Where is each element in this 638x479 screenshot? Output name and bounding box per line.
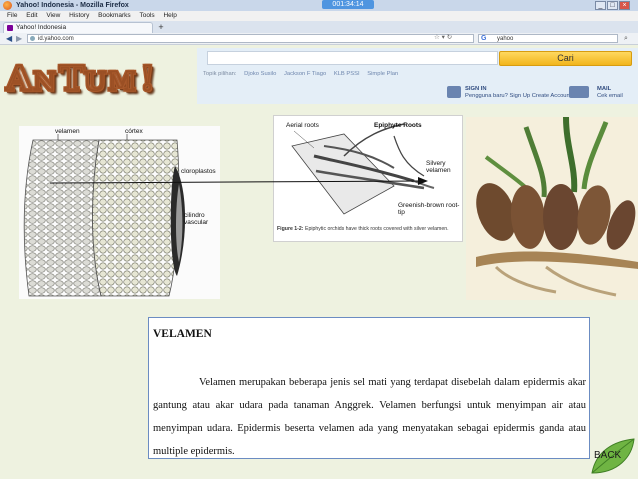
yahoo-favicon-icon — [7, 25, 13, 31]
cilindro-label: cilindro vascular — [184, 212, 209, 226]
menu-bookmarks[interactable]: Bookmarks — [98, 12, 131, 19]
url-text: id.yahoo.com — [38, 36, 74, 42]
firefox-icon — [3, 1, 12, 10]
navigation-bar: ◀ ▶ id.yahoo.com ☆ ▾ ↻ G yahoo ⌕ — [0, 33, 638, 45]
maximize-button[interactable]: □ — [607, 1, 618, 10]
search-input[interactable]: G yahoo — [478, 34, 618, 43]
yahoo-header: Cari Topik pilihan: Djoko Susilo Jackson… — [197, 48, 638, 104]
cari-button[interactable]: Cari — [499, 51, 632, 66]
forward-arrow-icon[interactable]: ▶ — [16, 33, 22, 44]
menu-file[interactable]: File — [7, 12, 17, 19]
mail-subtitle: Cek email — [597, 92, 623, 99]
topic-list: Topik pilihan: Djoko Susilo Jackson F Ti… — [203, 71, 398, 78]
menu-bar: File Edit View History Bookmarks Tools H… — [0, 11, 638, 21]
yahoo-search-input[interactable] — [207, 51, 498, 65]
svg-text:A: A — [5, 59, 33, 98]
description-paragraph: Velamen merupakan beberapa jenis sel mat… — [153, 377, 586, 457]
close-button[interactable]: × — [619, 1, 630, 10]
signin-subtitle: Pengguna baru? Sign Up Create Account — [465, 92, 572, 99]
svg-text:T: T — [59, 59, 85, 98]
root-tip-label: Greenish-brown root-tip — [398, 202, 460, 216]
menu-tools[interactable]: Tools — [139, 12, 154, 19]
url-bar-buttons: ☆ ▾ ↻ — [434, 34, 452, 42]
section-title: VELAMEN — [153, 328, 212, 340]
reload-icon[interactable]: ↻ — [447, 34, 452, 41]
mail-link[interactable]: MAIL Cek email — [597, 86, 623, 99]
aerial-roots-label: Aerial roots — [286, 122, 319, 129]
topic-link[interactable]: Jackson F Tiago — [284, 71, 326, 77]
menu-help[interactable]: Help — [163, 12, 176, 19]
topic-link[interactable]: Simple Plan — [367, 71, 398, 77]
cloroplastos-label: cloroplastos — [181, 168, 216, 175]
svg-text:U: U — [84, 67, 107, 96]
menu-edit[interactable]: Edit — [26, 12, 37, 19]
tab-yahoo[interactable]: Yahoo! Indonesia — [3, 22, 153, 33]
search-input-value: yahoo — [497, 36, 514, 42]
window-title: Yahoo! Indonesia - Mozilla Firefox — [16, 2, 129, 9]
menu-history[interactable]: History — [69, 12, 89, 19]
silvery-velamen-label: Silvery velamen — [426, 160, 451, 174]
url-input[interactable]: id.yahoo.com — [27, 34, 474, 43]
epiphyte-roots-label: Epiphyte Roots — [374, 122, 422, 129]
svg-text:N: N — [33, 67, 57, 96]
new-tab-button[interactable]: + — [155, 22, 167, 32]
tab-bar: Yahoo! Indonesia + — [0, 21, 638, 33]
search-icon[interactable]: ⌕ — [624, 34, 628, 43]
back-button[interactable]: BACK — [594, 450, 621, 461]
menu-view[interactable]: View — [46, 12, 60, 19]
mail-icon — [569, 86, 589, 98]
velamen-label: velamen — [55, 128, 80, 135]
bookmark-star-icon[interactable]: ☆ — [434, 34, 440, 41]
google-icon: G — [481, 35, 487, 42]
root-cross-section-image: velamen córtex cloroplastos cilindro vas… — [19, 126, 220, 299]
signin-icon — [447, 86, 461, 98]
tab-label: Yahoo! Indonesia — [16, 24, 67, 31]
figure-caption: Figure 1-2: Epiphytic orchids have thick… — [277, 226, 449, 232]
back-arrow-icon[interactable]: ◀ — [6, 33, 12, 44]
antum-logo-graphic: A N T U M ! — [4, 58, 156, 100]
topics-label: Topik pilihan: — [203, 71, 237, 77]
orchid-illustration — [466, 116, 638, 300]
topic-link[interactable]: KLB PSSI — [334, 71, 360, 77]
site-identity-icon — [30, 36, 35, 41]
svg-text:!: ! — [140, 59, 156, 98]
minimize-button[interactable]: _ — [595, 1, 606, 10]
cortex-label: córtex — [125, 128, 143, 135]
antum-logo: A N T U M ! — [4, 54, 184, 106]
velamen-description-box: VELAMEN Velamen merupakan beberapa jenis… — [148, 317, 590, 459]
svg-text:M: M — [108, 67, 137, 96]
signin-link[interactable]: SIGN IN Pengguna baru? Sign Up Create Ac… — [465, 86, 571, 99]
orchid-drawing — [476, 116, 638, 297]
dropdown-icon[interactable]: ▾ — [442, 34, 445, 41]
topic-link[interactable]: Djoko Susilo — [244, 71, 276, 77]
connector-arrow — [50, 177, 428, 185]
timer-badge: 001:34:14 — [322, 0, 374, 9]
